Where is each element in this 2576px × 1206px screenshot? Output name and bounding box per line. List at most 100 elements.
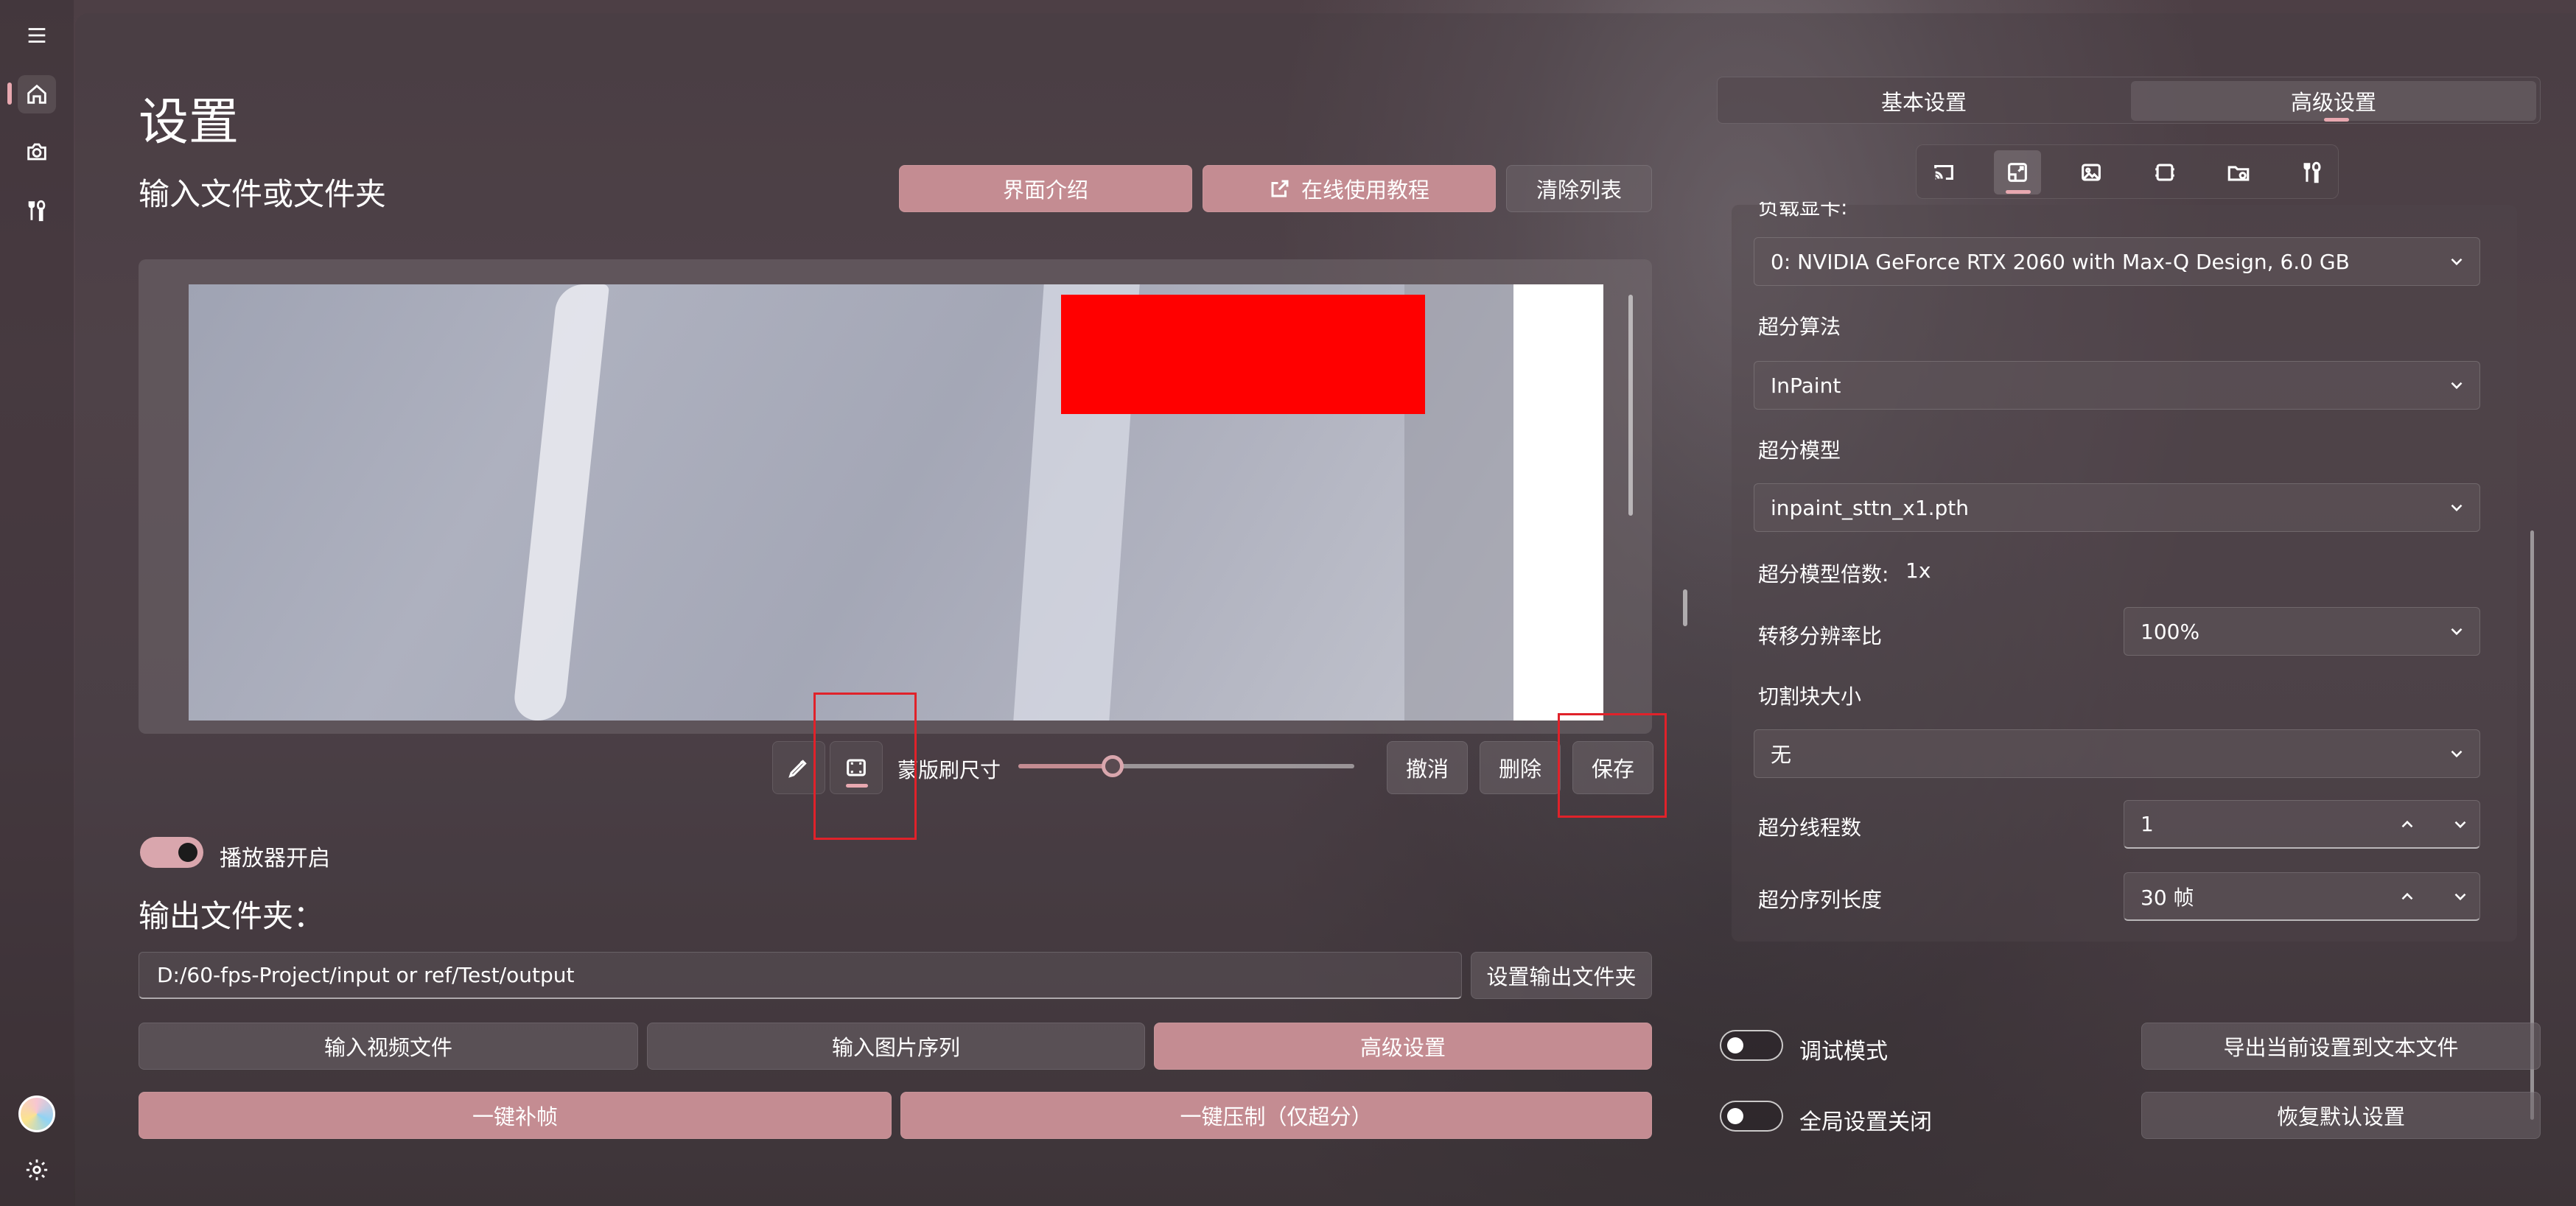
gpu-select[interactable]: 0: NVIDIA GeForce RTX 2060 with Max-Q De… [1754, 237, 2480, 286]
chevron-down-icon[interactable] [2451, 815, 2470, 834]
delete-button[interactable]: 删除 [1480, 741, 1561, 794]
player-toggle-label: 播放器开启 [220, 846, 330, 872]
tab-basic-settings[interactable]: 基本设置 [1721, 81, 2127, 121]
tutorial-button-label: 在线使用教程 [1301, 178, 1429, 203]
page-title: 设置 [139, 94, 239, 152]
mask-region [1061, 295, 1425, 414]
set-output-folder-button[interactable]: 设置输出文件夹 [1471, 952, 1652, 999]
scale-label: 超分模型倍数: [1758, 562, 1889, 586]
brush-size-slider-fill [1018, 764, 1113, 768]
folder-settings-icon[interactable] [2215, 150, 2262, 194]
menu-icon[interactable] [18, 16, 56, 55]
clear-list-button[interactable]: 清除列表 [1506, 165, 1652, 212]
preview-border [1513, 284, 1603, 721]
algorithm-select[interactable]: InPaint [1754, 361, 2480, 410]
icon-tab-selected-indicator [2006, 190, 2031, 194]
one-click-interpolate-button[interactable]: 一键补帧 [139, 1092, 892, 1139]
restore-defaults-label: 恢复默认设置 [2276, 1104, 2405, 1129]
preview-figure-leg [511, 284, 610, 721]
one-click-interpolate-label: 一键补帧 [472, 1104, 558, 1129]
chevron-down-icon[interactable] [2451, 887, 2470, 906]
home-icon[interactable] [18, 75, 56, 113]
set-output-folder-label: 设置输出文件夹 [1486, 964, 1637, 989]
global-settings-close-toggle[interactable] [1720, 1101, 1783, 1132]
preview-scrollbar[interactable] [1628, 295, 1633, 516]
frame-icon[interactable] [2141, 150, 2188, 194]
export-settings-button[interactable]: 导出当前设置到文本文件 [2141, 1023, 2541, 1070]
one-click-compress-button[interactable]: 一键压制（仅超分） [900, 1092, 1652, 1139]
tab-advanced-label: 高级设置 [2290, 90, 2376, 115]
advanced-settings-button[interactable]: 高级设置 [1154, 1023, 1652, 1070]
camera-icon[interactable] [18, 133, 56, 171]
gear-icon[interactable] [18, 1151, 56, 1189]
transfer-ratio-value: 100% [2141, 619, 2200, 644]
chevron-down-icon [2447, 498, 2466, 517]
tab-selected-indicator [2324, 118, 2349, 122]
threads-label: 超分线程数 [1758, 816, 1862, 840]
threads-spinbox[interactable]: 1 [2124, 800, 2480, 849]
intro-button[interactable]: 界面介绍 [899, 165, 1192, 212]
model-select-value: inpaint_sttn_x1.pth [1771, 495, 1970, 520]
global-settings-close-label: 全局设置关闭 [1799, 1109, 1932, 1135]
chevron-up-icon[interactable] [2398, 887, 2417, 906]
avatar[interactable] [18, 1095, 55, 1132]
model-label: 超分模型 [1758, 438, 1841, 463]
highlight-save-button [1558, 713, 1667, 818]
gpu-select-value: 0: NVIDIA GeForce RTX 2060 with Max-Q De… [1771, 249, 2350, 274]
debug-mode-toggle[interactable] [1720, 1030, 1783, 1061]
nav-rail [0, 0, 74, 1206]
transfer-ratio-select[interactable]: 100% [2124, 607, 2480, 656]
model-select[interactable]: inpaint_sttn_x1.pth [1754, 483, 2480, 532]
input-section-title: 输入文件或文件夹 [139, 176, 387, 212]
algorithm-label: 超分算法 [1758, 315, 1841, 339]
tile-size-select[interactable]: 无 [1754, 729, 2480, 778]
clear-list-button-label: 清除列表 [1536, 178, 1622, 203]
tile-size-label: 切割块大小 [1758, 684, 1862, 709]
nav-active-indicator [7, 83, 12, 105]
advanced-settings-label: 高级设置 [1359, 1035, 1446, 1060]
main-scrollbar[interactable] [1683, 589, 1687, 626]
input-images-label: 输入图片序列 [831, 1035, 960, 1060]
external-link-icon [1271, 180, 1289, 197]
image-settings-icon[interactable] [2068, 150, 2115, 194]
brush-size-slider-thumb[interactable] [1101, 755, 1124, 777]
undo-button[interactable]: 撤消 [1387, 741, 1468, 794]
input-video-button[interactable]: 输入视频文件 [139, 1023, 638, 1070]
tab-advanced-settings[interactable]: 高级设置 [2131, 81, 2536, 121]
debug-mode-label: 调试模式 [1799, 1039, 1888, 1065]
settings-icon-bar [1916, 144, 2339, 199]
sequence-length-value: 30 帧 [2141, 885, 2194, 910]
output-path-field[interactable]: D:/60-fps-Project/input or ref/Test/outp… [139, 952, 1462, 999]
mask-preview-canvas[interactable] [189, 284, 1603, 721]
output-section-title: 输出文件夹： [139, 898, 325, 934]
chevron-down-icon [2447, 252, 2466, 271]
player-toggle[interactable] [140, 837, 203, 868]
threads-value: 1 [2141, 812, 2154, 836]
tools-icon[interactable] [2289, 150, 2336, 194]
cast-icon[interactable] [1920, 150, 1967, 194]
chevron-up-icon[interactable] [2398, 815, 2417, 834]
tab-basic-label: 基本设置 [1880, 90, 1967, 115]
pen-icon [788, 760, 807, 778]
chevron-down-icon [2447, 622, 2466, 641]
delete-button-label: 删除 [1498, 757, 1541, 782]
one-click-compress-label: 一键压制（仅超分） [1180, 1104, 1373, 1129]
scale-value: 1x [1905, 558, 1931, 583]
tools-icon[interactable] [18, 192, 56, 230]
intro-button-label: 界面介绍 [1002, 178, 1088, 203]
input-video-label: 输入视频文件 [323, 1035, 452, 1060]
restore-defaults-button[interactable]: 恢复默认设置 [2141, 1092, 2541, 1139]
tutorial-button[interactable]: 在线使用教程 [1203, 165, 1496, 212]
highlight-frame-tool [813, 693, 917, 840]
input-images-button[interactable]: 输入图片序列 [647, 1023, 1145, 1070]
transfer-ratio-label: 转移分辨率比 [1758, 624, 1883, 648]
undo-button-label: 撤消 [1405, 757, 1449, 782]
chevron-down-icon [2447, 376, 2466, 395]
algorithm-select-value: InPaint [1771, 373, 1841, 398]
sequence-length-spinbox[interactable]: 30 帧 [2124, 872, 2480, 921]
tile-size-value: 无 [1771, 743, 1792, 767]
sequence-length-label: 超分序列长度 [1758, 888, 1883, 912]
export-settings-label: 导出当前设置到文本文件 [2223, 1035, 2459, 1060]
resize-icon[interactable] [1994, 150, 2041, 194]
output-path-value: D:/60-fps-Project/input or ref/Test/outp… [157, 963, 575, 987]
